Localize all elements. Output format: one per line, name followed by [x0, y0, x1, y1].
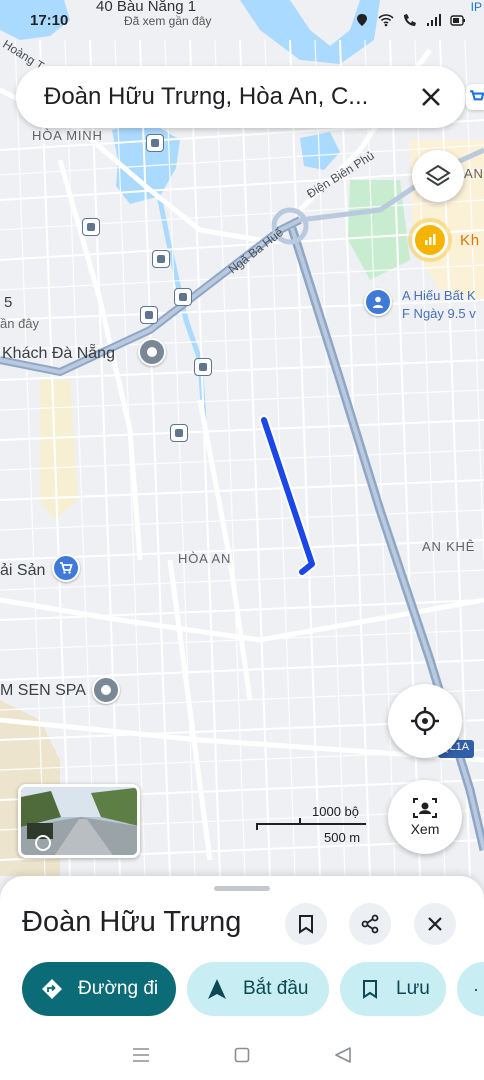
more-chip-icon: · [473, 978, 479, 999]
street-view-label: Xem [410, 821, 440, 837]
street-view-button[interactable]: Xem [388, 780, 462, 854]
place-label-kh: Kh [460, 232, 480, 249]
save-icon-button[interactable] [285, 903, 327, 945]
recents-icon[interactable] [132, 1047, 150, 1063]
street-view-image [21, 787, 137, 855]
scale-bar [256, 818, 366, 830]
bus-stop-icon[interactable] [152, 250, 170, 268]
back-icon[interactable] [334, 1047, 352, 1063]
area-label-an-khe: AN KHÊ [422, 539, 476, 554]
save-label: Lưu [396, 978, 430, 999]
directions-label: Đường đi [78, 978, 159, 999]
save-button[interactable]: Lưu [340, 962, 446, 1016]
navigation-arrow-icon [205, 977, 229, 1001]
share-icon [361, 914, 379, 934]
street-view-thumbnail[interactable] [18, 784, 140, 858]
bus-stop-icon[interactable] [82, 218, 100, 236]
my-location-button[interactable] [388, 684, 462, 758]
place-label-a-hieu-1: A Hiếu Bất K [402, 288, 476, 303]
bus-stop-icon[interactable] [170, 424, 188, 442]
bus-stop-icon[interactable] [174, 288, 192, 306]
search-bar[interactable]: Đoàn Hữu Trưng, Hòa An, C... [16, 66, 466, 128]
status-bar: 17:10 40 Bàu Năng 1 Đã xem gần đây IP [0, 0, 484, 40]
battery-icon [450, 15, 465, 26]
place-pin-icon[interactable] [92, 676, 120, 704]
shopping-cart-icon[interactable] [52, 554, 80, 582]
place-label-khach-da-nang: Khách Đà Nẵng [2, 345, 115, 362]
scale-top-label: 1000 bộ [312, 804, 359, 819]
place-title: Đoàn Hữu Trưng [22, 906, 242, 938]
directions-button[interactable]: Đường đi [22, 962, 176, 1016]
layers-button[interactable] [412, 150, 464, 202]
layers-icon [425, 164, 451, 187]
area-label-hoa-an: HÒA AN [178, 551, 232, 566]
place-pin-icon[interactable] [138, 338, 166, 366]
bar-chart-pin-icon[interactable] [412, 222, 448, 258]
start-label: Bắt đầu [243, 978, 309, 999]
street-view-icon [413, 798, 437, 818]
close-icon [428, 917, 442, 931]
wifi-icon [378, 14, 394, 27]
bookmark-icon [358, 977, 382, 1001]
home-icon[interactable] [234, 1047, 250, 1063]
bus-stop-icon[interactable] [146, 134, 164, 152]
share-button[interactable] [349, 903, 391, 945]
sheet-drag-handle[interactable] [214, 886, 270, 891]
more-chip-button[interactable]: · [457, 962, 484, 1016]
area-label-hoa-minh: HÒA MINH [32, 128, 103, 143]
notification-title: 40 Bàu Năng 1 [96, 0, 197, 15]
crosshair-icon [411, 707, 439, 735]
map-scale: 1000 bộ 500 m [256, 804, 368, 852]
start-button[interactable]: Bắt đầu [187, 962, 329, 1016]
system-nav-bar [0, 1030, 484, 1080]
call-icon [404, 14, 416, 26]
signal-icon [427, 14, 441, 26]
status-partial-label: IP [470, 0, 482, 14]
place-label-a-hieu-2: F Ngày 9.5 v [402, 306, 476, 321]
bus-stop-icon[interactable] [194, 358, 212, 376]
place-label-an-day: ần đây [0, 316, 40, 331]
person-pin-icon[interactable] [364, 288, 392, 316]
area-label-an: AN [464, 166, 484, 181]
scale-bottom-label: 500 m [324, 830, 361, 845]
status-time: 17:10 [30, 11, 69, 29]
close-icon[interactable] [414, 80, 448, 114]
bookmark-icon [299, 915, 313, 934]
location-icon [357, 14, 367, 26]
directions-icon [40, 977, 64, 1001]
close-sheet-button[interactable] [414, 903, 456, 945]
bus-stop-icon[interactable] [140, 306, 158, 324]
place-label-hai-san: ải Sản [0, 562, 46, 579]
place-label-5: 5 [4, 294, 13, 311]
search-query[interactable]: Đoàn Hữu Trưng, Hòa An, C... [44, 83, 414, 111]
place-label-m-sen-spa: M SEN SPA [0, 682, 86, 699]
cart-shortcut-icon[interactable] [466, 84, 484, 110]
notification-subtitle: Đã xem gần đây [124, 14, 212, 28]
